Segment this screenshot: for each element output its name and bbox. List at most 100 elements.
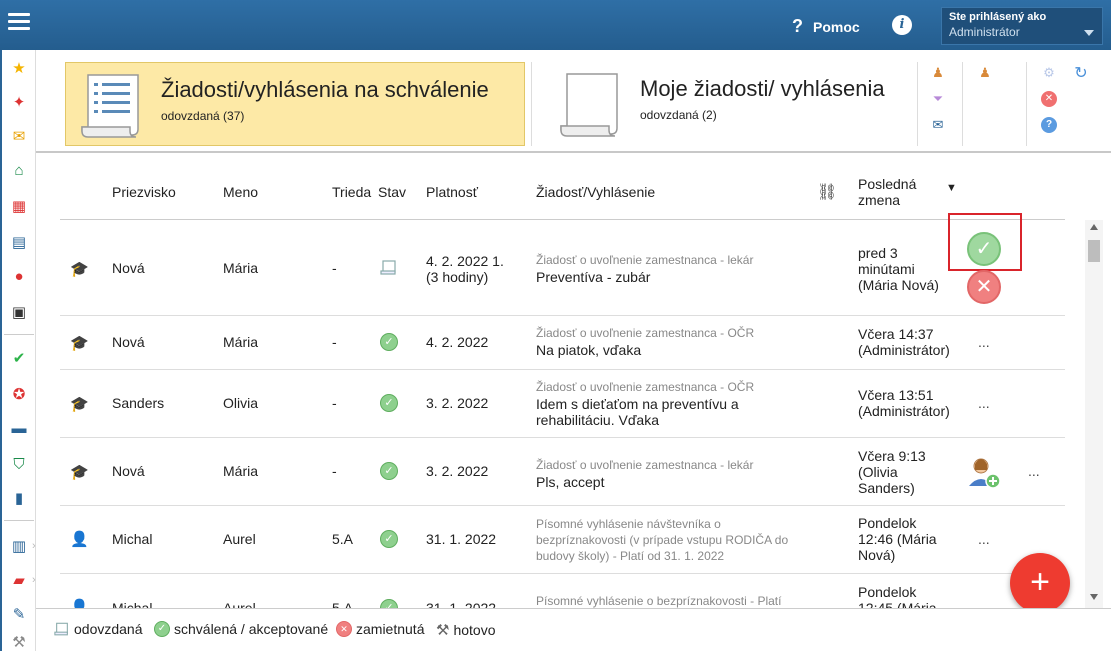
- check-circle-icon[interactable]: ✔: [9, 348, 29, 368]
- submitted-status-icon: [380, 260, 398, 279]
- cell-validity: 31. 1. 2022: [426, 600, 497, 608]
- shield-icon[interactable]: ⛉: [9, 454, 29, 474]
- bar-chart-icon[interactable]: ▮: [9, 488, 29, 508]
- mailbox-icon[interactable]: ✉: [929, 116, 947, 134]
- help-circle-icon[interactable]: ?: [1040, 116, 1058, 134]
- link-icon[interactable]: ⛓: [817, 182, 837, 202]
- gears-icon[interactable]: ⚙: [1040, 64, 1058, 82]
- book-icon[interactable]: ▥: [9, 536, 29, 556]
- table-body: 🎓 Nová Mária - 4. 2. 2022 1. (3 hodiny) …: [60, 220, 1065, 608]
- header-panels: Žiadosti/vyhlásenia na schválenie odovzd…: [36, 50, 1111, 153]
- notebook-icon[interactable]: ▤: [9, 232, 29, 252]
- sort-desc-icon[interactable]: ▼: [946, 182, 957, 194]
- user-selector[interactable]: Ste prihlásený ako Administrátor: [941, 7, 1103, 45]
- request-type: Žiadosť o uvoľnenie zamestnanca - lekár: [536, 253, 754, 267]
- chat-icon[interactable]: ▰: [9, 570, 29, 590]
- cell-name: Olivia: [223, 395, 259, 411]
- user-label: Ste prihlásený ako: [949, 11, 1047, 23]
- student-cap-icon: 🎓: [70, 261, 89, 278]
- table-row[interactable]: 🎓 Nová Mária - 4. 2. 2022 1. (3 hodiny) …: [60, 220, 1065, 316]
- cell-request: Žiadosť o uvoľnenie zamestnanca - OČR Na…: [536, 326, 796, 358]
- pencil-icon[interactable]: ✎: [9, 604, 29, 624]
- cell-request: Písomné vyhlásenie o bezpríznakovosti - …: [536, 594, 796, 608]
- col-validity[interactable]: Platnosť: [426, 184, 478, 200]
- legend-rejected: ✕ zamietnutá: [336, 621, 424, 637]
- star-icon[interactable]: ★: [9, 58, 29, 78]
- approved-status-icon: ✓: [380, 462, 398, 480]
- cell-last-change: Pondelok 12:45 (Mária: [858, 584, 937, 608]
- divider: [1026, 62, 1027, 146]
- cell-validity: 31. 1. 2022: [426, 531, 497, 547]
- menu-icon[interactable]: [8, 13, 30, 31]
- cell-surname: Michal: [112, 531, 153, 547]
- cell-last-change: Pondelok 12:46 (Mária Nová): [858, 515, 937, 563]
- table-row[interactable]: 🎓 Nová Mária - ✓ 4. 2. 2022 Žiadosť o uv…: [60, 316, 1065, 370]
- users-icon[interactable]: ♟: [929, 64, 947, 82]
- info-icon[interactable]: i: [892, 15, 912, 35]
- cell-surname: Nová: [112, 260, 145, 276]
- envelope-icon[interactable]: ✉: [9, 126, 29, 146]
- cell-surname: Michal: [112, 600, 153, 608]
- submitted-icon: [54, 622, 68, 635]
- table-header: Priezvisko Meno Trieda Stav Platnosť Žia…: [60, 170, 1065, 220]
- refresh-icon[interactable]: ↻: [1072, 64, 1090, 82]
- approved-status-icon: ✓: [380, 333, 398, 351]
- approval-title: Žiadosti/vyhlásenia na schválenie: [161, 77, 489, 102]
- col-class[interactable]: Trieda: [332, 184, 372, 200]
- cell-class: -: [332, 463, 337, 479]
- col-name[interactable]: Meno: [223, 184, 258, 200]
- user-add-icon[interactable]: [966, 454, 1002, 493]
- request-note: Preventíva - zubár: [536, 269, 651, 285]
- more-actions-button[interactable]: ...: [978, 334, 990, 350]
- reject-button[interactable]: ✕: [967, 270, 1001, 304]
- table-row[interactable]: 👤 Michal Aurel 5.A ✓ 31. 1. 2022 Písomné…: [60, 506, 1065, 574]
- cell-name: Mária: [223, 260, 259, 276]
- table-row[interactable]: 🎓 Nová Mária - ✓ 3. 2. 2022 Žiadosť o uv…: [60, 438, 1065, 506]
- scroll-thumb[interactable]: [1088, 240, 1100, 262]
- my-requests-panel[interactable]: Moje žiadosti/ vyhlásenia odovzdaná (2): [545, 62, 925, 146]
- tools-icon[interactable]: ⚒: [9, 632, 29, 651]
- col-status[interactable]: Stav: [378, 184, 406, 200]
- parent-icon: 👤: [70, 531, 89, 548]
- approval-subtitle: odovzdaná (37): [161, 109, 245, 123]
- col-last-change[interactable]: Posledná zmena: [858, 176, 938, 208]
- scroll-up-icon[interactable]: [1090, 224, 1098, 230]
- cell-validity: 3. 2. 2022: [426, 395, 489, 411]
- col-surname[interactable]: Priezvisko: [112, 184, 176, 200]
- tools-icon: ⚒: [436, 622, 450, 639]
- user-icon[interactable]: ●: [9, 266, 29, 286]
- magic-wand-icon[interactable]: ✦: [9, 92, 29, 112]
- grade-icon[interactable]: ✪: [9, 384, 29, 404]
- briefcase-icon[interactable]: ▬: [9, 418, 29, 438]
- cell-validity: 4. 2. 2022 1. (3 hodiny): [426, 253, 504, 285]
- user-name: Administrátor: [949, 25, 1020, 39]
- timetable-icon[interactable]: ▦: [9, 196, 29, 216]
- filter-icon[interactable]: ⏷: [929, 90, 947, 108]
- scrollbar[interactable]: [1085, 220, 1103, 608]
- cell-surname: Nová: [112, 334, 145, 350]
- approved-status-icon: ✓: [380, 530, 398, 548]
- question-icon: ?: [792, 16, 803, 36]
- help-button[interactable]: ? Pomoc: [792, 16, 860, 37]
- calendar-icon[interactable]: ▣: [9, 302, 29, 322]
- scroll-down-icon[interactable]: [1090, 594, 1098, 600]
- more-actions-button[interactable]: ...: [978, 531, 990, 547]
- cell-class: 5.A: [332, 600, 354, 608]
- close-icon[interactable]: ✕: [1040, 90, 1058, 108]
- document-icon: [560, 73, 618, 137]
- request-note: Pls, accept: [536, 474, 605, 490]
- add-request-button[interactable]: +: [1010, 553, 1070, 613]
- more-actions-button[interactable]: ...: [1028, 463, 1040, 479]
- more-actions-button[interactable]: ...: [978, 395, 990, 411]
- cell-name: Aurel: [223, 531, 256, 547]
- cell-surname: Sanders: [112, 395, 165, 411]
- approve-button[interactable]: ✓: [967, 232, 1001, 266]
- table-row[interactable]: 👤 Michal Aurel 5.A ✓ 31. 1. 2022 Písomné…: [60, 574, 1065, 608]
- cell-name: Mária: [223, 334, 259, 350]
- col-request[interactable]: Žiadosť/Vyhlásenie: [536, 184, 655, 200]
- table-row[interactable]: 🎓 Sanders Olivia - ✓ 3. 2. 2022 Žiadosť …: [60, 370, 1065, 438]
- approval-requests-panel[interactable]: Žiadosti/vyhlásenia na schválenie odovzd…: [65, 62, 525, 146]
- user-add-icon[interactable]: ♟: [976, 64, 994, 82]
- rejected-icon: ✕: [336, 621, 352, 637]
- home-icon[interactable]: ⌂: [9, 160, 29, 180]
